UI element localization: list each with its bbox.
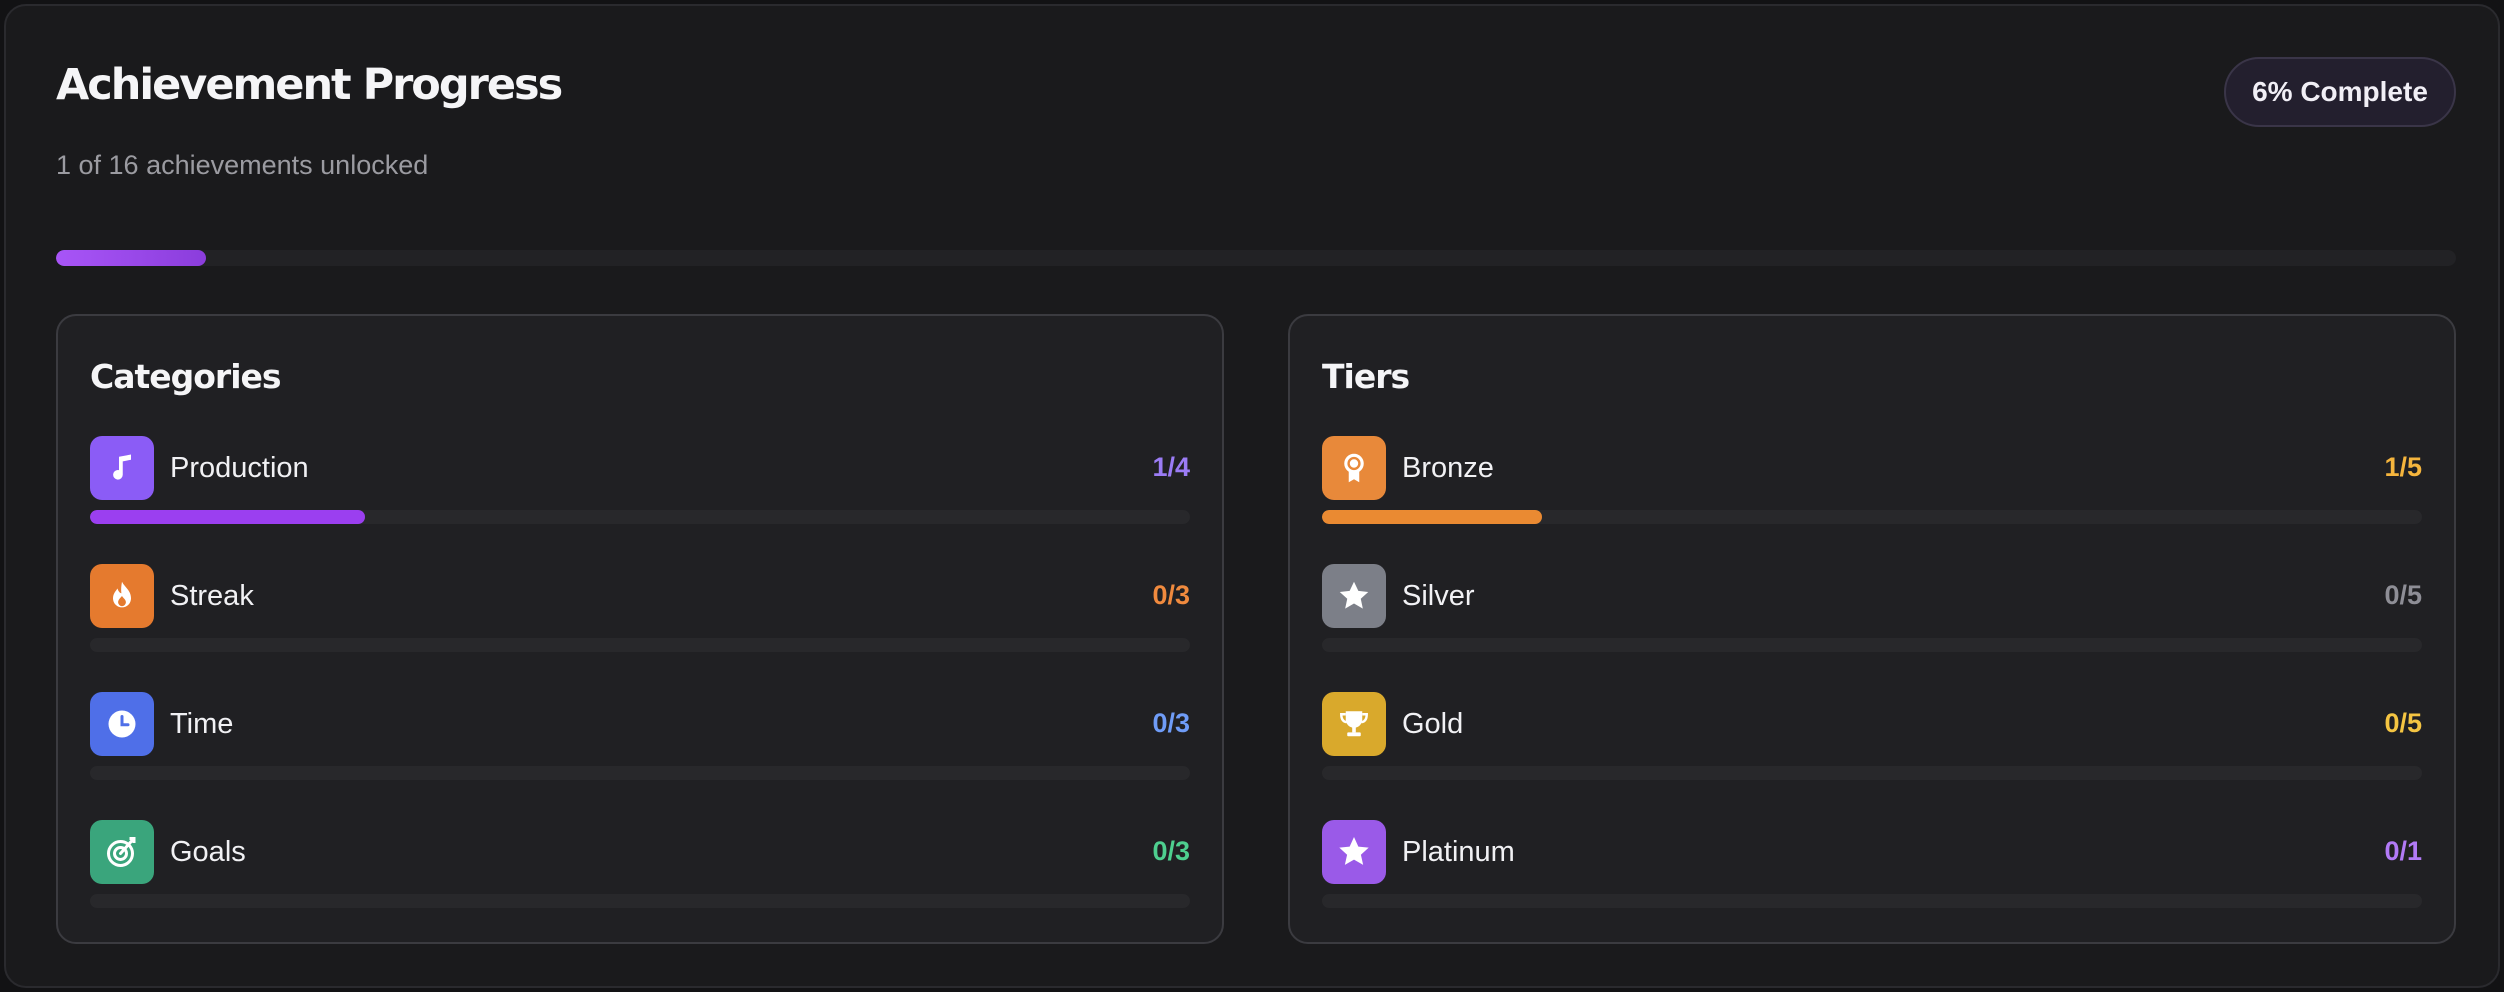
category-row-streak[interactable]: Streak 0/3 [90, 564, 1190, 658]
category-progress-bar [90, 766, 1190, 780]
completion-badge: 6% Complete [2224, 57, 2456, 127]
tier-progress-bar [1322, 510, 2422, 524]
tier-progress-bar [1322, 638, 2422, 652]
category-count: 0/3 [1152, 836, 1190, 866]
tier-count: 0/5 [2384, 580, 2422, 610]
category-progress-bar [90, 638, 1190, 652]
overall-progress-bar [56, 250, 2456, 266]
tier-row-silver[interactable]: Silver 0/5 [1322, 564, 2422, 658]
category-row-production[interactable]: Production 1/4 [90, 436, 1190, 530]
tier-label: Silver [1402, 580, 1475, 612]
tier-label: Bronze [1402, 452, 1494, 484]
tier-label: Gold [1402, 708, 1464, 740]
trophy-icon [1322, 692, 1386, 756]
tier-count: 0/5 [2384, 708, 2422, 738]
achievement-progress-card: Achievement Progress 1 of 16 achievement… [4, 4, 2500, 988]
tiers-panel: Tiers Bronze 1/5 Silver 0/5 Gold 0/5 Pla… [1288, 314, 2456, 944]
tiers-title: Tiers [1322, 357, 1410, 396]
medal-icon [1322, 436, 1386, 500]
category-label: Production [170, 452, 309, 484]
music-note-icon [90, 436, 154, 500]
tier-count: 1/5 [2384, 452, 2422, 482]
tier-progress-bar [1322, 894, 2422, 908]
category-progress-fill [90, 510, 365, 524]
tier-progress-bar [1322, 766, 2422, 780]
category-count: 0/3 [1152, 580, 1190, 610]
category-row-goals[interactable]: Goals 0/3 [90, 820, 1190, 914]
flame-icon [90, 564, 154, 628]
category-row-time[interactable]: Time 0/3 [90, 692, 1190, 786]
categories-title: Categories [90, 357, 282, 396]
clock-icon [90, 692, 154, 756]
achievements-unlocked-summary: 1 of 16 achievements unlocked [56, 150, 429, 180]
category-label: Goals [170, 836, 246, 868]
target-icon [90, 820, 154, 884]
tier-count: 0/1 [2384, 836, 2422, 866]
tier-progress-fill [1322, 510, 1542, 524]
star-icon [1322, 564, 1386, 628]
star-badge-icon [1322, 820, 1386, 884]
category-progress-bar [90, 510, 1190, 524]
tier-row-platinum[interactable]: Platinum 0/1 [1322, 820, 2422, 914]
category-progress-bar [90, 894, 1190, 908]
tier-row-bronze[interactable]: Bronze 1/5 [1322, 436, 2422, 530]
categories-panel: Categories Production 1/4 Streak 0/3 Tim… [56, 314, 1224, 944]
category-count: 1/4 [1152, 452, 1190, 482]
tier-label: Platinum [1402, 836, 1515, 868]
page-title: Achievement Progress [56, 60, 563, 110]
tier-row-gold[interactable]: Gold 0/5 [1322, 692, 2422, 786]
category-count: 0/3 [1152, 708, 1190, 738]
category-label: Streak [170, 580, 254, 612]
overall-progress-fill [56, 250, 206, 266]
category-label: Time [170, 708, 234, 740]
